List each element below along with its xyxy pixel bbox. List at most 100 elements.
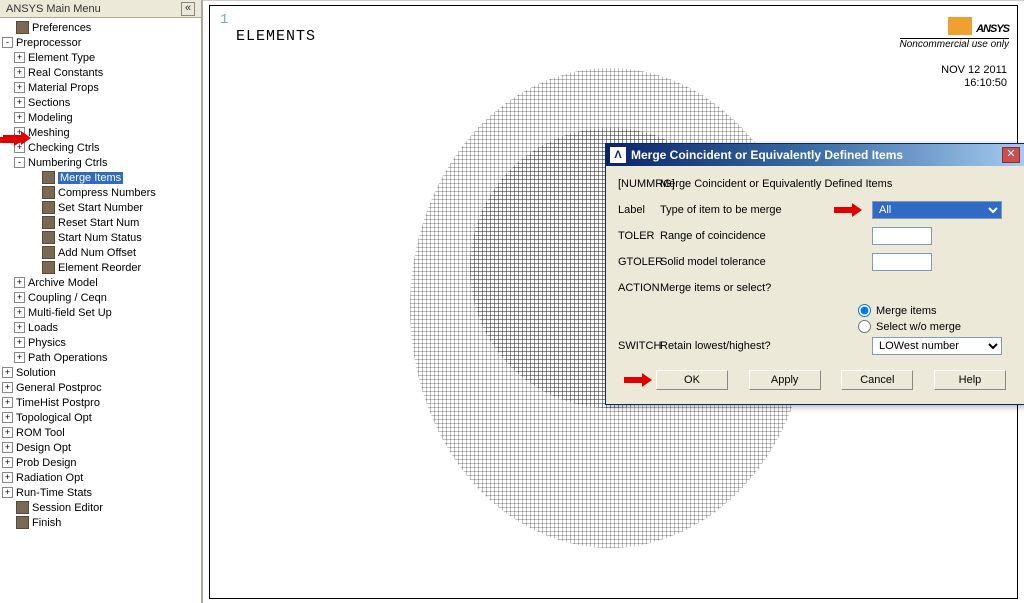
tree-item-session-editor[interactable]: Session Editor (0, 500, 201, 515)
collapse-icon[interactable]: - (14, 157, 25, 168)
spacer (2, 22, 13, 33)
tree-item-solution[interactable]: +Solution (0, 365, 201, 380)
tree-item-physics[interactable]: +Physics (0, 335, 201, 350)
tree-item-preferences[interactable]: Preferences (0, 20, 201, 35)
expand-icon[interactable]: + (2, 412, 13, 423)
tree-item-label: Run-Time Stats (16, 487, 92, 499)
tree-item-topological-opt[interactable]: +Topological Opt (0, 410, 201, 425)
expand-icon[interactable]: + (2, 442, 13, 453)
switch-row: SWITCH Retain lowest/highest? LOWest num… (618, 336, 1012, 356)
toler-input[interactable] (872, 227, 932, 245)
tree-item-label: Start Num Status (58, 232, 142, 244)
tree-item-label: Finish (32, 517, 61, 529)
tree-item-element-reorder[interactable]: Element Reorder (0, 260, 201, 275)
tree-item-label: Set Start Number (58, 202, 143, 214)
label-row: Label Type of item to be merge All (618, 200, 1012, 220)
select-radio[interactable] (858, 320, 871, 333)
tree-item-radiation-opt[interactable]: +Radiation Opt (0, 470, 201, 485)
expand-icon[interactable]: + (14, 277, 25, 288)
date-text: NOV 12 2011 (941, 64, 1007, 77)
expand-icon[interactable]: + (14, 352, 25, 363)
tree-item-start-num-status[interactable]: Start Num Status (0, 230, 201, 245)
expand-icon[interactable]: + (14, 82, 25, 93)
tree-item-compress-numbers[interactable]: Compress Numbers (0, 185, 201, 200)
expand-icon[interactable]: + (14, 307, 25, 318)
tree-item-label: Sections (28, 97, 70, 109)
expand-icon[interactable]: + (14, 322, 25, 333)
tree-item-run-time-stats[interactable]: +Run-Time Stats (0, 485, 201, 500)
tree-item-timehist-postpro[interactable]: +TimeHist Postpro (0, 395, 201, 410)
tree-item-element-type[interactable]: +Element Type (0, 50, 201, 65)
tree-item-label: Topological Opt (16, 412, 92, 424)
ansys-logo: ANSYS Noncommercial use only (900, 12, 1010, 50)
gtoler-input[interactable] (872, 253, 932, 271)
type-select[interactable]: All (872, 201, 1002, 219)
tree-item-merge-items[interactable]: Merge Items (0, 170, 201, 185)
tree-item-material-props[interactable]: +Material Props (0, 80, 201, 95)
tree-item-path-operations[interactable]: +Path Operations (0, 350, 201, 365)
collapse-icon[interactable]: - (2, 37, 13, 48)
tree-item-preprocessor[interactable]: -Preprocessor (0, 35, 201, 50)
tree-item-sections[interactable]: +Sections (0, 95, 201, 110)
timestamp: NOV 12 2011 16:10:50 (941, 64, 1007, 90)
tree-item-design-opt[interactable]: +Design Opt (0, 440, 201, 455)
collapse-icon[interactable]: « (181, 2, 195, 16)
gtoler-row: GTOLER Solid model tolerance (618, 252, 1012, 272)
tree-item-modeling[interactable]: +Modeling (0, 110, 201, 125)
expand-icon[interactable]: + (14, 52, 25, 63)
tree-item-archive-model[interactable]: +Archive Model (0, 275, 201, 290)
expand-icon[interactable]: + (14, 292, 25, 303)
switch-select[interactable]: LOWest number (872, 337, 1002, 355)
expand-icon[interactable]: + (14, 337, 25, 348)
expand-icon[interactable]: + (14, 112, 25, 123)
tree-item-prob-design[interactable]: +Prob Design (0, 455, 201, 470)
merge-radio[interactable] (858, 304, 871, 317)
tree-item-label: Session Editor (32, 502, 103, 514)
item-icon (42, 216, 55, 229)
expand-icon[interactable]: + (2, 487, 13, 498)
spacer (28, 187, 39, 198)
dialog-titlebar[interactable]: Λ Merge Coincident or Equivalently Defin… (606, 144, 1024, 166)
tree-item-multi-field-set-up[interactable]: +Multi-field Set Up (0, 305, 201, 320)
red-arrow-icon (834, 203, 862, 217)
item-icon (42, 186, 55, 199)
time-text: 16:10:50 (941, 77, 1007, 90)
spacer (28, 247, 39, 258)
expand-icon[interactable]: + (2, 382, 13, 393)
tree: Preferences-Preprocessor+Element Type+Re… (0, 18, 201, 603)
tree-item-finish[interactable]: Finish (0, 515, 201, 530)
tree-item-set-start-number[interactable]: Set Start Number (0, 200, 201, 215)
apply-button[interactable]: Apply (749, 370, 821, 390)
merge-dialog: Λ Merge Coincident or Equivalently Defin… (605, 143, 1024, 405)
tree-item-label: General Postproc (16, 382, 102, 394)
expand-icon[interactable]: + (2, 367, 13, 378)
radio-select[interactable]: Select w/o merge (858, 320, 1012, 333)
tree-item-numbering-ctrls[interactable]: -Numbering Ctrls (0, 155, 201, 170)
logo-subtitle: Noncommercial use only (900, 38, 1010, 50)
tree-item-label: Meshing (28, 127, 70, 139)
dialog-buttons: OK Apply Cancel Help (618, 370, 1012, 390)
tree-item-label: Modeling (28, 112, 73, 124)
expand-icon[interactable]: + (2, 472, 13, 483)
expand-icon[interactable]: + (14, 97, 25, 108)
tree-item-reset-start-num[interactable]: Reset Start Num (0, 215, 201, 230)
tree-item-label: Element Type (28, 52, 95, 64)
expand-icon[interactable]: + (2, 397, 13, 408)
spacer (28, 202, 39, 213)
close-icon[interactable]: ✕ (1002, 147, 1020, 163)
ok-button[interactable]: OK (656, 370, 728, 390)
tree-item-rom-tool[interactable]: +ROM Tool (0, 425, 201, 440)
expand-icon[interactable]: + (2, 457, 13, 468)
tree-item-real-constants[interactable]: +Real Constants (0, 65, 201, 80)
cancel-button[interactable]: Cancel (841, 370, 913, 390)
expand-icon[interactable]: + (2, 427, 13, 438)
radio-merge[interactable]: Merge items (858, 304, 1012, 317)
help-button[interactable]: Help (934, 370, 1006, 390)
tree-item-general-postproc[interactable]: +General Postproc (0, 380, 201, 395)
tree-item-add-num-offset[interactable]: Add Num Offset (0, 245, 201, 260)
tree-item-coupling-ceqn[interactable]: +Coupling / Ceqn (0, 290, 201, 305)
sidebar-header: ANSYS Main Menu « (0, 0, 201, 18)
tree-item-loads[interactable]: +Loads (0, 320, 201, 335)
spacer (28, 262, 39, 273)
expand-icon[interactable]: + (14, 67, 25, 78)
